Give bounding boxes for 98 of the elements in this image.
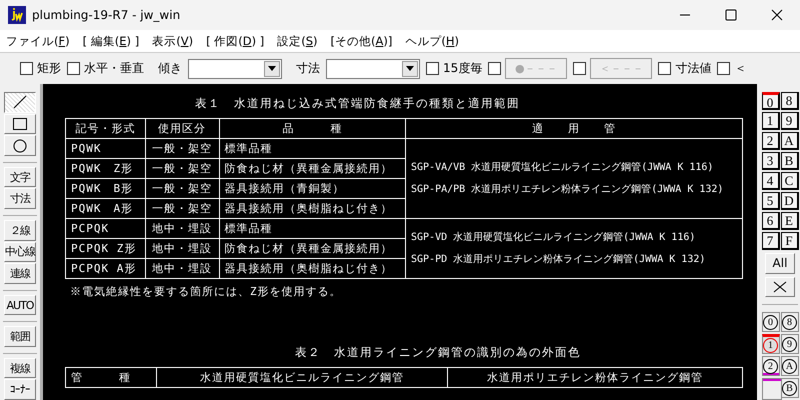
checkbox[interactable]: [717, 62, 730, 75]
table-cell: PQWK B形: [66, 178, 146, 198]
layer-button[interactable]: 2: [762, 132, 780, 150]
layer-button[interactable]: 6: [762, 212, 780, 230]
rectangle-icon: [12, 116, 28, 131]
table-cell: PCPQK Z形: [66, 238, 146, 258]
table-cell: PCPQK A形: [66, 258, 146, 278]
menu-item[interactable]: 表示(V): [152, 34, 194, 48]
tool-button[interactable]: AUTO: [4, 294, 36, 316]
table-title: 表２ 水道用ライニング鋼管の識別の為の外面色: [295, 345, 582, 360]
circle-tool-button[interactable]: [4, 135, 36, 156]
layer-group-button[interactable]: 8: [780, 312, 798, 332]
layer-button[interactable]: 3: [762, 152, 780, 170]
header-cell: 適 用 管: [406, 118, 742, 138]
table-cell: 地中・埋設: [145, 218, 220, 238]
layer-button[interactable]: A: [780, 132, 798, 150]
table-cell: PQWK Z形: [66, 158, 146, 178]
layer-button[interactable]: D: [780, 192, 798, 210]
header-cell: 水道用ポリエチレン粉体ライニング鋼管: [448, 368, 742, 388]
table-cell-text: SGP-VA/VB 水道用硬質塩化ビニルライニング鋼管(JWWA K 116): [411, 160, 714, 174]
table-cell: 地中・埋設: [145, 238, 220, 258]
table-cell: 一般・架空: [145, 138, 220, 158]
menu-item[interactable]: ファイル(F): [6, 34, 70, 48]
table-cell: 一般・架空: [145, 158, 220, 178]
tool-button[interactable]: 文字: [4, 166, 36, 188]
table-cell-text: SGP-PD 水道用ポリエチレン粉体ライニング鋼管(JWWA K 132): [411, 252, 706, 266]
close-icon[interactable]: [771, 9, 783, 21]
cross-icon: [773, 280, 787, 293]
table-cell: PQWK: [66, 138, 146, 158]
menu-item[interactable]: 設定(S): [277, 34, 318, 48]
layer-button[interactable]: B: [780, 152, 798, 170]
checkbox[interactable]: [573, 62, 586, 75]
checkbox-label: 水平・垂直: [84, 60, 144, 77]
layer-group-button[interactable]: A: [780, 356, 798, 376]
combo-box[interactable]: [188, 58, 282, 78]
layer-button[interactable]: F: [780, 232, 798, 250]
line-tool-button[interactable]: [4, 92, 36, 113]
table-title: 表１ 水道用ねじ込み式管端防食継手の種類と適用範囲: [195, 96, 521, 111]
layer-group-button[interactable]: 9: [780, 334, 798, 354]
layer-group-button[interactable]: 0: [762, 312, 780, 332]
checkbox[interactable]: [658, 62, 672, 75]
layer-group-button[interactable]: 2: [762, 356, 780, 376]
layer-group-button[interactable]: 1: [762, 334, 780, 354]
checkbox-label: 15度毎: [443, 60, 482, 77]
layer-button[interactable]: 7: [762, 232, 780, 250]
line-icon: [13, 95, 27, 110]
menu-item[interactable]: ヘルプ(H): [405, 34, 460, 48]
header-cell: 水道用硬質塩化ビニルライニング鋼管: [156, 368, 448, 388]
table-cell: 一般・架空: [145, 178, 220, 198]
tool-button[interactable]: 範囲: [4, 326, 36, 347]
tool-button[interactable]: 複線: [4, 358, 36, 378]
menu-item[interactable]: [ 編集(E) ]: [82, 34, 140, 48]
table-cell: 地中・埋設: [145, 258, 220, 278]
layer-button[interactable]: C: [780, 172, 798, 190]
layer-button[interactable]: 8: [780, 92, 798, 110]
layer-button[interactable]: 4: [762, 172, 780, 190]
table-cell: PQWK A形: [66, 198, 146, 218]
window-title: plumbing-19-R7 - jw_win: [32, 8, 180, 22]
header-cell: 使用区分: [145, 118, 220, 138]
header-cell: 記号・形式: [66, 118, 146, 138]
checkbox[interactable]: [426, 62, 439, 75]
field-label: 寸法: [296, 60, 320, 77]
layer-button[interactable]: 9: [780, 112, 798, 130]
layer-button[interactable]: 1: [762, 112, 780, 130]
layer-button[interactable]: 0: [762, 92, 780, 110]
tool-button[interactable]: ｺｰﾅｰ: [4, 379, 36, 400]
checkbox[interactable]: [67, 62, 80, 75]
circle-icon: [12, 138, 28, 153]
tool-button[interactable]: 連線: [4, 263, 36, 284]
table-cell-text: SGP-VD 水道用硬質塩化ビニルライニング鋼管(JWWA K 116): [411, 230, 696, 244]
tool-button[interactable]: ２線: [4, 220, 36, 241]
maximize-icon[interactable]: [725, 9, 737, 21]
menu-item[interactable]: [その他(A)]: [330, 34, 392, 48]
table-cell: 標準品種: [219, 138, 406, 158]
table-cell: PCPQK: [66, 218, 146, 238]
tool-button[interactable]: 中心線: [4, 242, 36, 262]
checkbox[interactable]: [488, 62, 502, 75]
table-cell-text: SGP-PA/PB 水道用ポリエチレン粉体ライニング鋼管(JWWA K 132): [411, 182, 724, 196]
checkbox-label: 寸法値: [675, 60, 712, 77]
menu-item[interactable]: [ 作図(D) ]: [206, 34, 264, 48]
all-button[interactable]: All: [765, 253, 795, 274]
tool-button[interactable]: 寸法: [4, 188, 36, 210]
checkbox-label: ＜: [734, 60, 746, 77]
note-text: ※電気絶縁性を要する箇所には、Z形を使用する。: [70, 284, 343, 299]
table-cell: 一般・架空: [145, 198, 220, 218]
clear-button[interactable]: [765, 276, 795, 297]
field-label: 傾き: [158, 60, 182, 77]
rectangle-tool-button[interactable]: [4, 114, 36, 134]
layer-button[interactable]: 5: [762, 192, 780, 210]
checkbox-label: 矩形: [37, 60, 61, 77]
app-logo-icon: [8, 6, 26, 24]
checkbox[interactable]: [20, 62, 33, 75]
layer-button[interactable]: E: [780, 212, 798, 230]
table-cell: 標準品種: [219, 218, 406, 238]
header-cell: 品 種: [219, 118, 406, 138]
combo-box[interactable]: [326, 58, 420, 78]
header-cell: 管 種: [66, 368, 156, 388]
layer-group-button[interactable]: B: [780, 378, 798, 398]
